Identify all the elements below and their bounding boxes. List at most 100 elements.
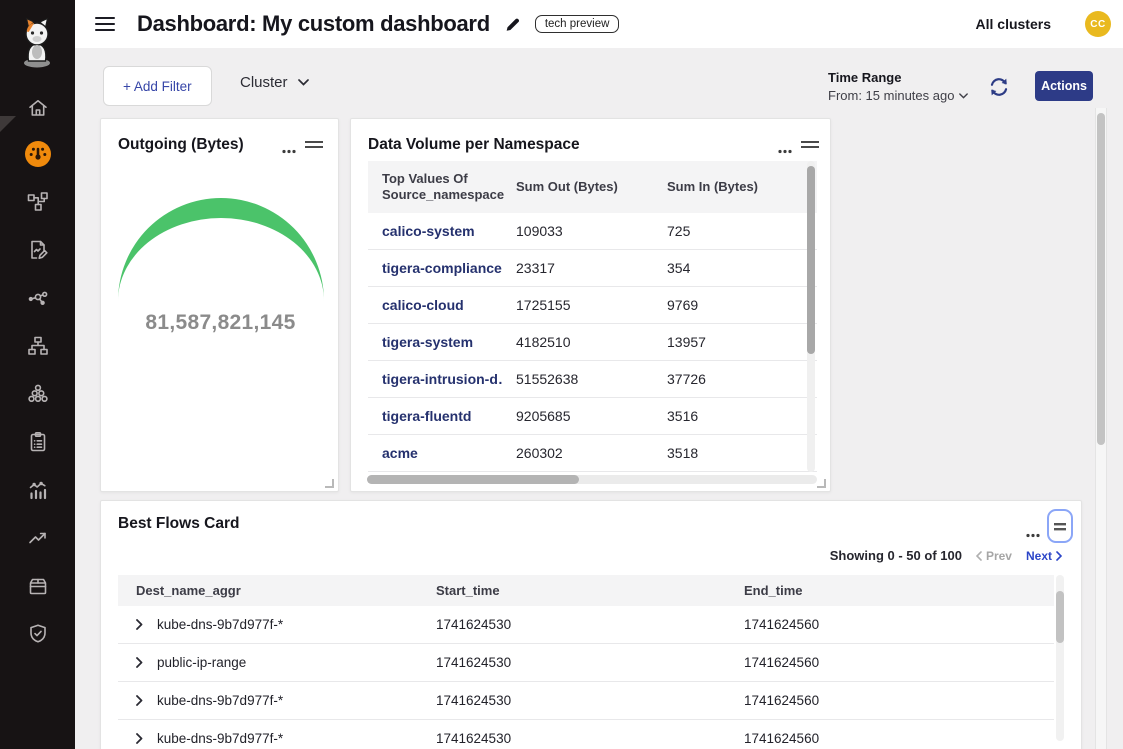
sidebar-item-sitemap[interactable] — [0, 326, 75, 366]
statistics-icon — [26, 478, 50, 502]
page-scrollbar-thumb[interactable] — [1097, 113, 1105, 445]
end-time: 1741624560 — [726, 655, 1054, 670]
dest-name: kube-dns-9b7d977f-* — [157, 617, 283, 632]
package-icon — [26, 574, 50, 598]
dashboard-gauge-icon — [24, 140, 52, 168]
gauge-arc — [101, 189, 340, 319]
card-menu-button[interactable] — [777, 141, 793, 159]
chevron-down-icon — [298, 79, 309, 86]
prev-button[interactable]: Prev — [976, 549, 1012, 563]
column-header-end: End_time — [726, 583, 1054, 598]
chevron-left-icon — [976, 551, 982, 561]
refresh-button[interactable] — [988, 76, 1010, 98]
flows-table: Dest_name_aggr Start_time End_time kube-… — [118, 575, 1054, 749]
user-avatar[interactable]: CC — [1085, 11, 1111, 37]
card-menu-button[interactable] — [1025, 525, 1041, 543]
namespace-link[interactable]: tigera-system — [368, 334, 502, 350]
actions-button[interactable]: Actions — [1035, 71, 1093, 101]
horizontal-scrollbar-thumb[interactable] — [367, 475, 579, 484]
column-header-sum-in: Sum In (Bytes) — [653, 179, 817, 195]
sum-in-value: 725 — [653, 223, 817, 239]
app-root: Dashboard: My custom dashboard tech prev… — [0, 0, 1123, 749]
sidebar-item-statistics[interactable] — [0, 470, 75, 510]
table-row[interactable]: kube-dns-9b7d977f-* 1741624530 174162456… — [118, 720, 1054, 749]
namespace-link[interactable]: tigera-intrusion-d… — [368, 371, 502, 387]
ellipsis-icon — [281, 149, 297, 154]
start-time: 1741624530 — [418, 731, 726, 746]
edit-pencil-icon[interactable] — [504, 16, 521, 33]
column-header-start: Start_time — [418, 583, 726, 598]
calico-cat-logo — [15, 10, 59, 70]
table-header-row: Top Values Of Source_namespace Sum Out (… — [368, 161, 817, 213]
namespace-table: Top Values Of Source_namespace Sum Out (… — [368, 161, 817, 472]
shield-check-icon — [26, 622, 50, 646]
vertical-scrollbar-thumb[interactable] — [1056, 591, 1064, 643]
card-resize-handle[interactable] — [817, 479, 826, 488]
card-menu-button[interactable] — [281, 141, 297, 159]
dest-name: kube-dns-9b7d977f-* — [157, 731, 283, 746]
end-time: 1741624560 — [726, 693, 1054, 708]
sidebar-item-home[interactable] — [0, 88, 75, 128]
namespace-link[interactable]: acme — [368, 445, 502, 461]
time-range-label: Time Range — [828, 70, 968, 85]
report-edit-icon — [26, 238, 50, 262]
sum-in-value: 3518 — [653, 445, 817, 461]
table-row[interactable]: public-ip-range 1741624530 1741624560 — [118, 644, 1054, 682]
topology-icon — [26, 190, 50, 214]
sidebar-item-packages[interactable] — [0, 566, 75, 606]
chevron-right-icon — [1056, 551, 1062, 561]
table-row: tigera-fluentd 9205685 3516 — [368, 398, 817, 435]
cluster-dropdown[interactable]: Cluster — [240, 74, 309, 91]
card-resize-handle[interactable] — [325, 479, 334, 488]
table-row: tigera-system 4182510 13957 — [368, 324, 817, 361]
best-flows-card: Best Flows Card Showing 0 - 50 of 100 Pr… — [100, 500, 1082, 749]
next-button[interactable]: Next — [1026, 549, 1062, 563]
sum-out-value: 1725155 — [502, 297, 653, 313]
table-row[interactable]: kube-dns-9b7d977f-* 1741624530 174162456… — [118, 682, 1054, 720]
namespace-link[interactable]: calico-cloud — [368, 297, 502, 313]
table-header-row: Dest_name_aggr Start_time End_time — [118, 575, 1054, 606]
table-row[interactable]: kube-dns-9b7d977f-* 1741624530 174162456… — [118, 606, 1054, 644]
hamburger-menu-icon[interactable] — [95, 13, 115, 35]
sidebar-item-trending[interactable] — [0, 518, 75, 558]
namespace-link[interactable]: tigera-compliance — [368, 260, 502, 276]
sidebar-item-security[interactable] — [0, 614, 75, 654]
start-time: 1741624530 — [418, 617, 726, 632]
sitemap-icon — [26, 334, 50, 358]
card-drag-handle[interactable] — [305, 137, 323, 152]
expand-chevron-icon[interactable] — [136, 619, 143, 630]
sidebar-item-cluster-group[interactable] — [0, 374, 75, 414]
add-filter-button[interactable]: + Add Filter — [103, 66, 212, 106]
sidebar-item-service-graph[interactable] — [0, 278, 75, 318]
card-title: Best Flows Card — [118, 515, 239, 533]
sidebar-item-reports[interactable] — [0, 230, 75, 270]
sum-in-value: 3516 — [653, 408, 817, 424]
clipboard-icon — [26, 430, 50, 454]
table-row: calico-cloud 1725155 9769 — [368, 287, 817, 324]
expand-chevron-icon[interactable] — [136, 657, 143, 668]
sidebar-item-topology[interactable] — [0, 182, 75, 222]
data-volume-card: Data Volume per Namespace Top Values Of … — [350, 118, 831, 492]
sum-in-value: 37726 — [653, 371, 817, 387]
sidebar — [0, 0, 75, 749]
time-range-value[interactable]: From: 15 minutes ago — [828, 88, 968, 103]
showing-count: Showing 0 - 50 of 100 — [830, 548, 962, 563]
namespace-link[interactable]: tigera-fluentd — [368, 408, 502, 424]
sum-out-value: 4182510 — [502, 334, 653, 350]
table-row: tigera-compliance 23317 354 — [368, 250, 817, 287]
column-header-sum-out: Sum Out (Bytes) — [502, 179, 653, 195]
card-drag-handle-focused[interactable] — [1047, 509, 1073, 543]
trending-icon — [26, 526, 50, 550]
table-row: calico-system 109033 725 — [368, 213, 817, 250]
sum-in-value: 354 — [653, 260, 817, 276]
sidebar-item-dashboards[interactable] — [0, 134, 75, 174]
vertical-scrollbar-thumb[interactable] — [807, 166, 815, 354]
expand-chevron-icon[interactable] — [136, 733, 143, 744]
sum-out-value: 109033 — [502, 223, 653, 239]
namespace-link[interactable]: calico-system — [368, 223, 502, 239]
sidebar-item-compliance[interactable] — [0, 422, 75, 462]
start-time: 1741624530 — [418, 655, 726, 670]
all-clusters-selector[interactable]: All clusters — [976, 16, 1051, 32]
expand-chevron-icon[interactable] — [136, 695, 143, 706]
card-drag-handle[interactable] — [801, 137, 819, 152]
